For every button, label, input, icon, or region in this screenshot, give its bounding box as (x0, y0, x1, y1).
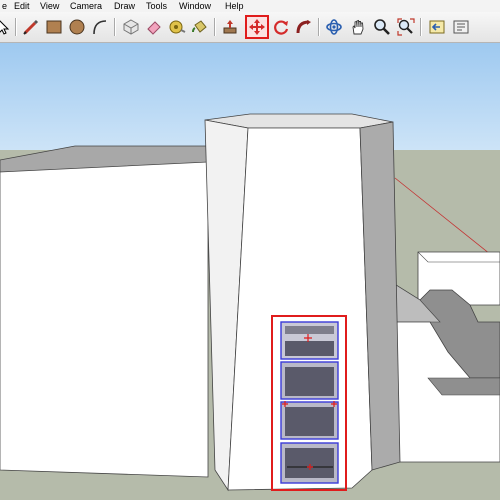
menu-file[interactable]: e (2, 0, 7, 12)
menu-window[interactable]: Window (179, 0, 211, 12)
toolbar-separator (420, 18, 422, 36)
toolbar-separator (214, 18, 216, 36)
arc-icon[interactable] (89, 16, 111, 38)
make-component-icon[interactable] (120, 16, 142, 38)
tape-measure-icon[interactable] (166, 16, 188, 38)
main-toolbar (0, 12, 500, 43)
rotate-icon[interactable] (270, 16, 292, 38)
selected-panel-3[interactable] (280, 401, 339, 440)
zoom-icon[interactable] (371, 16, 393, 38)
toolbar-separator (15, 18, 17, 36)
select-arrow-icon[interactable] (0, 16, 14, 38)
next-view-icon[interactable] (450, 16, 472, 38)
selected-panel-2[interactable] (280, 361, 339, 400)
circle-icon[interactable] (66, 16, 88, 38)
move-icon[interactable] (245, 15, 269, 39)
menu-help[interactable]: Help (225, 0, 244, 12)
left-block-front (0, 161, 209, 478)
model-viewport[interactable] (0, 43, 500, 500)
pencil-line-icon[interactable] (20, 16, 42, 38)
pan-hand-icon[interactable] (347, 16, 369, 38)
selected-panel-4[interactable] (280, 442, 339, 484)
paint-bucket-icon[interactable] (189, 16, 211, 38)
zoom-extents-icon[interactable] (395, 16, 417, 38)
previous-view-icon[interactable] (426, 16, 448, 38)
menu-view[interactable]: View (40, 0, 59, 12)
rectangle-icon[interactable] (43, 16, 65, 38)
toolbar-separator (114, 18, 116, 36)
follow-me-icon[interactable] (293, 16, 315, 38)
orbit-icon[interactable] (323, 16, 345, 38)
menu-edit[interactable]: Edit (14, 0, 30, 12)
menu-bar: e Edit View Camera Draw Tools Window Hel… (0, 0, 500, 12)
selected-panel-1[interactable] (280, 321, 339, 360)
menu-camera[interactable]: Camera (70, 0, 102, 12)
menu-draw[interactable]: Draw (114, 0, 135, 12)
push-pull-icon[interactable] (219, 16, 241, 38)
eraser-icon[interactable] (143, 16, 165, 38)
toolbar-separator (318, 18, 320, 36)
menu-tools[interactable]: Tools (146, 0, 167, 12)
